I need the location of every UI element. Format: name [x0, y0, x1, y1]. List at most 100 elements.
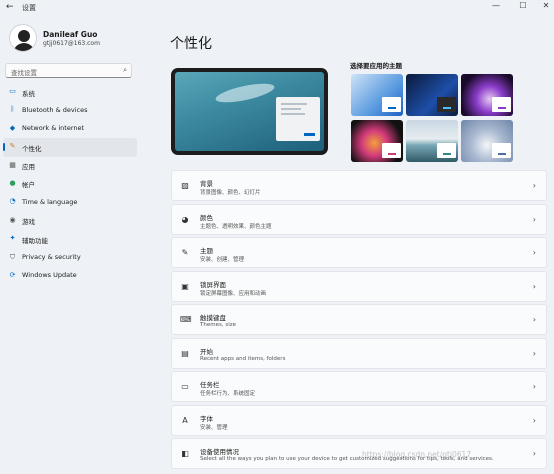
sidebar-item-label: 辅助功能 [22, 236, 48, 245]
card-subtitle: Themes, size [200, 322, 236, 328]
title-bar: ← 设置 — ☐ ✕ [0, 0, 554, 14]
sidebar-nav: ▭ 系统 ᛒ Bluetooth & devices ◆ Network & intern… [3, 83, 137, 285]
brush-icon: ✎ [9, 142, 16, 151]
sidebar-item-label: Windows Update [22, 271, 77, 280]
accessibility-icon: ✦ [9, 234, 16, 243]
sidebar-item-label: 系统 [22, 89, 35, 98]
pen-icon: ✎ [181, 248, 189, 257]
bluetooth-icon: ᛒ [10, 105, 15, 114]
settings-card[interactable]: ▭ 任务栏任务栏行为、系统固定 › [171, 371, 547, 402]
user-email: gtjj0617@163.com [43, 40, 100, 47]
theme-thumbnail[interactable] [351, 74, 403, 116]
font-icon: A [182, 415, 188, 425]
lock-screen-icon: ▣ [181, 281, 189, 291]
user-profile[interactable]: Danileaf Guo gtjj0617@163.com [9, 24, 159, 54]
sidebar-item[interactable]: ▦ 应用 [3, 157, 137, 175]
sidebar-item-label: 帐户 [22, 181, 35, 190]
settings-card[interactable]: ▨ 背景 背景图像、颜色、幻灯片 › [171, 170, 547, 201]
sidebar-item[interactable]: ᛒ Bluetooth & devices [3, 101, 137, 119]
clock-globe-icon: ◔ [9, 197, 16, 206]
settings-card[interactable]: ◧ 设备使用情况 Select all the ways you plan to u… [171, 438, 547, 469]
palette-icon: ◕ [181, 214, 189, 224]
wallpaper-preview [175, 72, 324, 151]
chevron-right-icon: › [532, 248, 536, 257]
minimize-button[interactable]: — [488, 1, 504, 10]
sidebar-item[interactable]: ◉ 游戏 [3, 212, 137, 230]
chevron-right-icon: › [532, 415, 536, 425]
preview-window [276, 97, 320, 141]
sidebar-item-label: 应用 [22, 163, 35, 172]
card-title: 任务栏 [200, 381, 220, 389]
chevron-right-icon: › [532, 382, 536, 391]
card-title: 锁屏界面 [200, 280, 226, 289]
sidebar-item-label: 游戏 [22, 218, 35, 227]
close-button[interactable]: ✕ [538, 1, 554, 10]
avatar [9, 24, 37, 52]
settings-card[interactable]: ◕ 颜色 主题色、透明效果、颜色主题 › [171, 203, 547, 235]
taskbar-icon: ▭ [181, 382, 189, 391]
wifi-icon: ◆ [9, 123, 16, 132]
theme-thumbnail[interactable] [461, 74, 513, 116]
theme-thumbnail[interactable] [406, 74, 458, 116]
gamepad-icon: ◉ [9, 215, 16, 224]
person-icon: ● [9, 178, 16, 187]
card-subtitle: 主题色、透明效果、颜色主题 [200, 223, 272, 230]
chevron-right-icon: › [532, 181, 536, 190]
image-icon: ▨ [181, 181, 189, 190]
card-title: 设备使用情况 [200, 448, 239, 456]
card-title: 颜色 [200, 213, 213, 222]
sidebar-item-label: Bluetooth & devices [22, 105, 88, 114]
search-placeholder: 查找设置 [11, 69, 37, 77]
card-subtitle: Recent apps and items, folders [200, 355, 286, 362]
user-name: Danileaf Guo [43, 30, 98, 39]
card-title: 开始 [200, 347, 213, 356]
theme-thumbnail[interactable] [406, 120, 458, 162]
sidebar-item[interactable]: ◆ Network & internet [3, 120, 137, 138]
card-subtitle: 安装、创建、管理 [200, 257, 245, 263]
update-icon: ⟳ [9, 270, 16, 279]
chevron-right-icon: › [532, 214, 536, 224]
sidebar-item[interactable]: ✎ 个性化 [3, 138, 137, 157]
settings-card[interactable]: ✎ 主题安装、创建、管理 › [171, 237, 547, 268]
page-title: 个性化 [170, 36, 212, 52]
back-button[interactable]: ← [6, 2, 14, 12]
sidebar-item[interactable]: ⟳ Windows Update [3, 267, 137, 285]
sidebar-item[interactable]: ⛉ Privacy & security [3, 249, 137, 267]
theme-thumbnail[interactable] [461, 120, 513, 162]
window-title: 设置 [22, 4, 36, 12]
theme-thumbnail[interactable] [351, 120, 403, 162]
card-subtitle: 任务栏行为、系统固定 [200, 391, 256, 397]
maximize-button[interactable]: ☐ [515, 1, 531, 10]
card-subtitle: 锁定屏幕图像、应用和动画 [200, 290, 267, 297]
device-usage-icon: ◧ [181, 449, 189, 458]
apps-icon: ▦ [9, 160, 16, 169]
monitor-icon: ▭ [9, 87, 16, 95]
sidebar-item[interactable]: ● 帐户 [3, 175, 137, 193]
card-title: 触摸键盘 [200, 314, 226, 322]
settings-card[interactable]: A 字体 安装、管理 › [171, 404, 547, 436]
sidebar-item[interactable]: ✦ 辅助功能 [3, 230, 137, 248]
card-title: 字体 [200, 414, 213, 423]
sidebar-item-label: Privacy & security [22, 253, 81, 262]
chevron-right-icon: › [532, 348, 536, 358]
search-icon[interactable]: ⌕ [123, 66, 127, 75]
settings-card[interactable]: ⌨ 触摸键盘 Themes, size › [171, 304, 547, 335]
card-subtitle: 安装、管理 [200, 424, 228, 431]
search-input[interactable]: 查找设置 ⌕ [5, 63, 132, 78]
chevron-right-icon: › [532, 315, 536, 324]
chevron-right-icon: › [532, 449, 536, 458]
theme-section-label: 选择要应用的主题 [350, 62, 402, 70]
sidebar-item-label: Time & language [22, 197, 78, 206]
shield-icon: ⛉ [9, 252, 16, 261]
sidebar-item-label: 个性化 [22, 144, 42, 153]
desktop-preview [171, 68, 328, 155]
sidebar-item-label: Network & internet [22, 124, 85, 133]
card-title: 主题 [200, 247, 213, 255]
settings-card[interactable]: ▤ 开始 Recent apps and items, folders › [171, 337, 547, 369]
card-subtitle: 背景图像、颜色、幻灯片 [200, 190, 261, 196]
chevron-right-icon: › [532, 281, 536, 291]
watermark: https://blog.csdn.net/gtj0617 [362, 450, 472, 459]
sidebar-item[interactable]: ◔ Time & language [3, 193, 137, 211]
sidebar-item[interactable]: ▭ 系统 [3, 83, 137, 101]
settings-card[interactable]: ▣ 锁屏界面 锁定屏幕图像、应用和动画 › [171, 270, 547, 302]
